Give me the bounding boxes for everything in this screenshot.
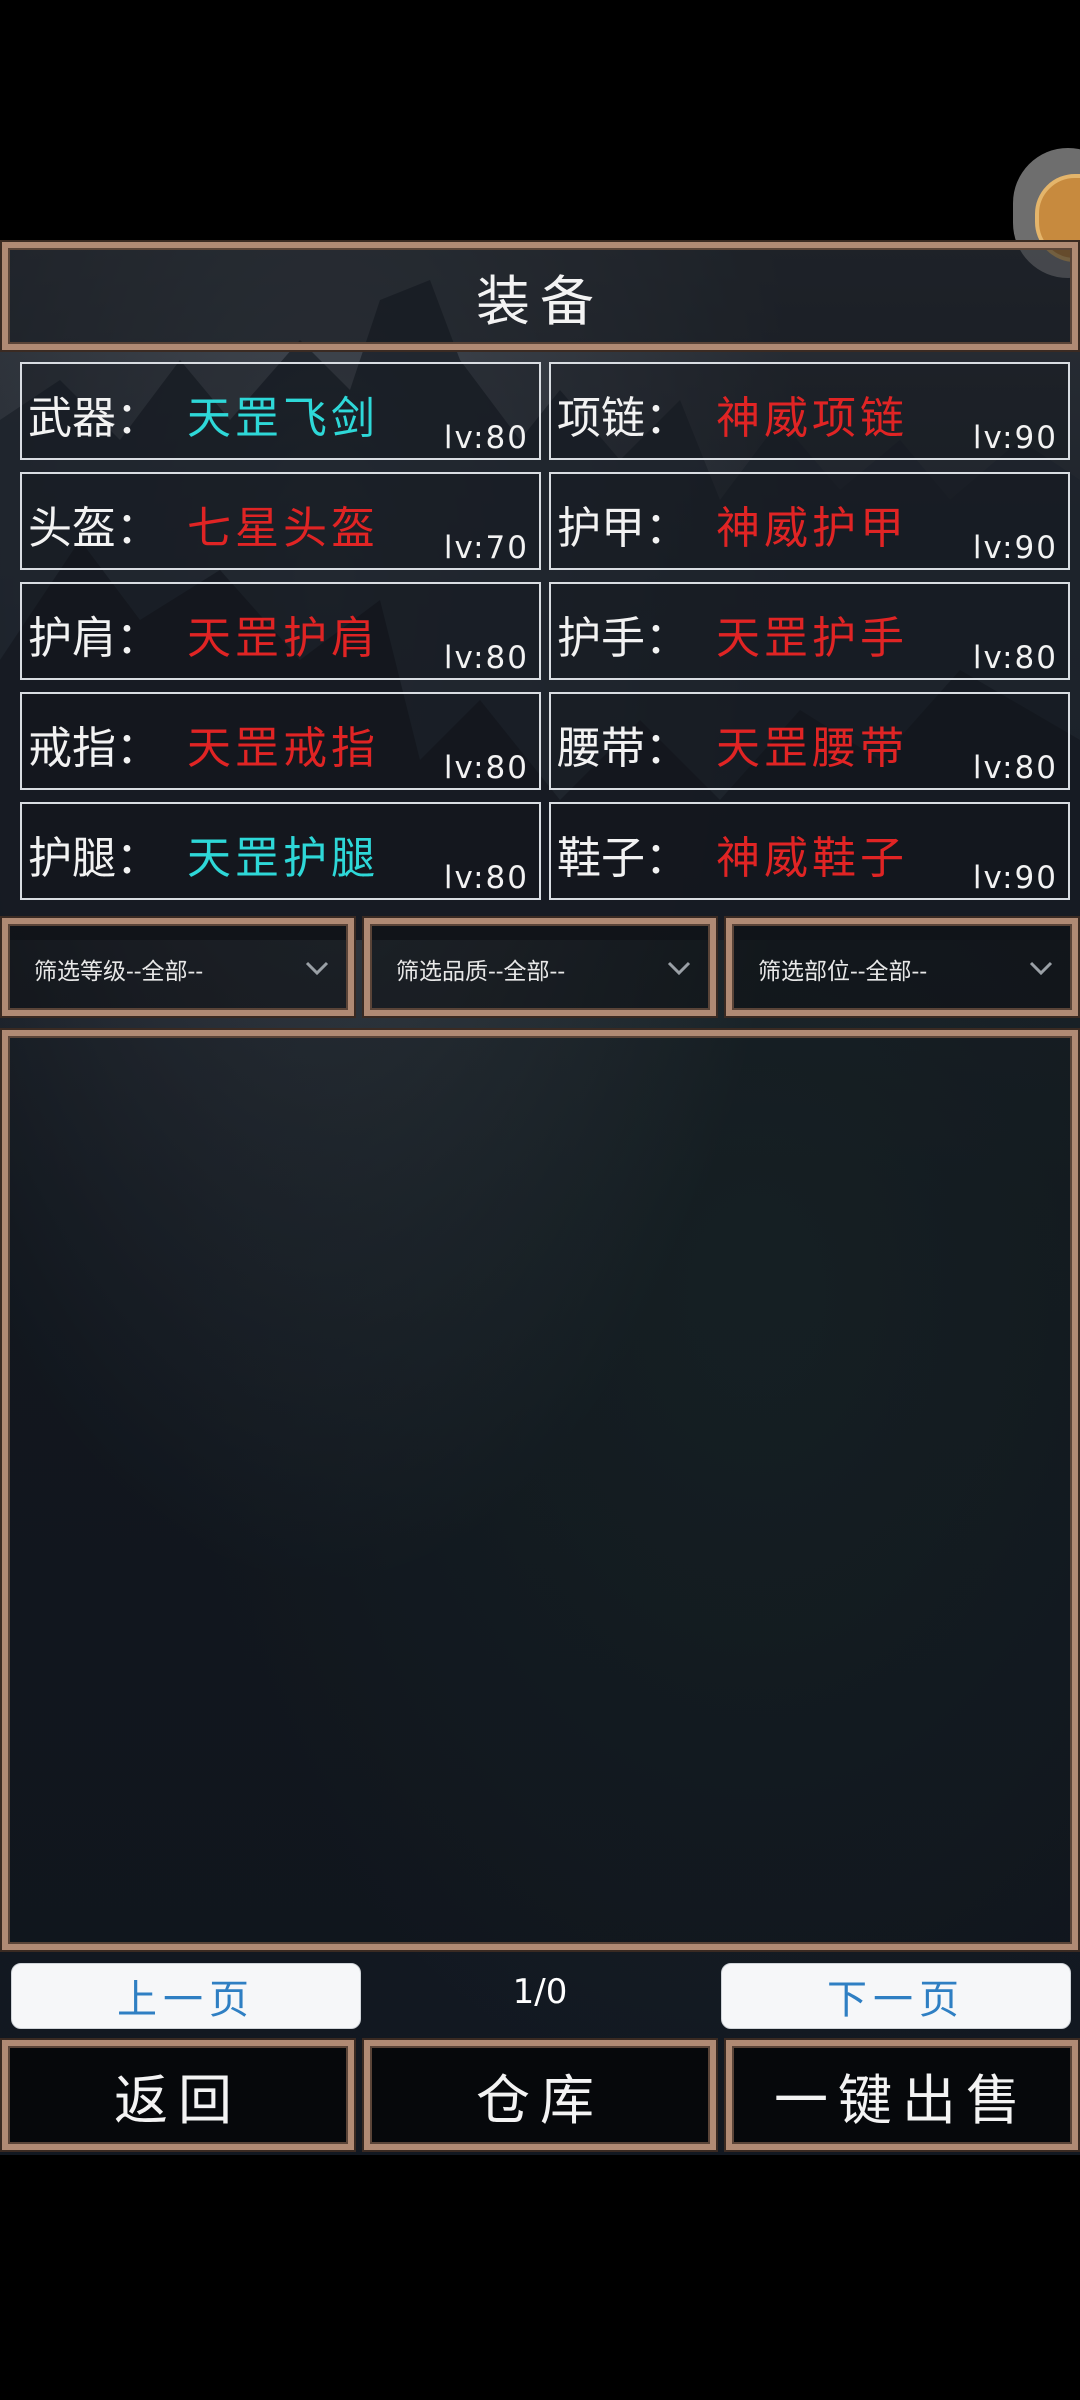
slot-label: 护腿： (28, 833, 160, 884)
item-level: lv:90 (972, 860, 1058, 896)
item-name: 天罡护肩 (187, 613, 379, 664)
item-name: 神威项链 (716, 393, 908, 444)
equip-slot-shoes[interactable]: 鞋子： 神威鞋子 lv:90 (549, 802, 1070, 900)
equip-slot-necklace[interactable]: 项链： 神威项链 lv:90 (549, 362, 1070, 460)
title-bar: 装备 (2, 242, 1078, 350)
slot-label: 项链： (557, 393, 689, 444)
filter-slot-dropdown[interactable]: 筛选部位--全部-- (726, 918, 1078, 1016)
equip-slot-gloves[interactable]: 护手： 天罡护手 lv:80 (549, 582, 1070, 680)
chevron-down-icon (667, 961, 691, 976)
filter-quality-dropdown[interactable]: 筛选品质--全部-- (364, 918, 716, 1016)
chevron-down-icon (1029, 961, 1053, 976)
page-indicator: 1/0 (512, 1972, 568, 2012)
item-level: lv:80 (972, 750, 1058, 786)
equip-slot-weapon[interactable]: 武器： 天罡飞剑 lv:80 (20, 362, 541, 460)
item-level: lv:80 (443, 750, 529, 786)
item-name: 七星头盔 (187, 503, 379, 554)
chevron-down-icon (305, 961, 329, 976)
filter-slot-value: 筛选部位--全部-- (758, 959, 928, 985)
warehouse-button[interactable]: 仓库 (364, 2040, 716, 2150)
equip-slot-legs[interactable]: 护腿： 天罡护腿 lv:80 (20, 802, 541, 900)
equip-slot-ring[interactable]: 戒指： 天罡戒指 lv:80 (20, 692, 541, 790)
slot-label: 腰带： (557, 723, 689, 774)
equip-slot-helmet[interactable]: 头盔： 七星头盔 lv:70 (20, 472, 541, 570)
item-level: lv:90 (972, 420, 1058, 456)
filter-level-value: 筛选等级--全部-- (34, 959, 204, 985)
item-name: 天罡护腿 (187, 833, 379, 884)
filter-quality-value: 筛选品质--全部-- (396, 959, 566, 985)
next-page-button[interactable]: 下一页 (721, 1963, 1071, 2029)
item-level: lv:80 (443, 420, 529, 456)
item-list-panel[interactable] (2, 1030, 1078, 1950)
page-title: 装备 (476, 269, 604, 333)
item-level: lv:90 (972, 530, 1058, 566)
slot-label: 鞋子： (557, 833, 689, 884)
slot-label: 戒指： (28, 723, 160, 774)
equip-slot-belt[interactable]: 腰带： 天罡腰带 lv:80 (549, 692, 1070, 790)
back-button[interactable]: 返回 (2, 2040, 354, 2150)
item-name: 神威鞋子 (716, 833, 908, 884)
back-label: 返回 (114, 2068, 242, 2132)
slot-label: 护甲： (557, 503, 689, 554)
item-level: lv:70 (443, 530, 529, 566)
sell-all-label: 一键出售 (774, 2068, 1030, 2132)
slot-label: 武器： (28, 393, 160, 444)
item-level: lv:80 (443, 860, 529, 896)
item-name: 天罡护手 (716, 613, 908, 664)
item-name: 天罡腰带 (716, 723, 908, 774)
item-name: 天罡飞剑 (187, 393, 379, 444)
equip-slot-armor[interactable]: 护甲： 神威护甲 lv:90 (549, 472, 1070, 570)
item-name: 神威护甲 (716, 503, 908, 554)
sell-all-button[interactable]: 一键出售 (726, 2040, 1078, 2150)
item-level: lv:80 (972, 640, 1058, 676)
filter-level-dropdown[interactable]: 筛选等级--全部-- (2, 918, 354, 1016)
slot-label: 头盔： (28, 503, 160, 554)
equip-slot-shoulder[interactable]: 护肩： 天罡护肩 lv:80 (20, 582, 541, 680)
warehouse-label: 仓库 (476, 2068, 604, 2132)
slot-label: 护手： (557, 613, 689, 664)
item-name: 天罡戒指 (187, 723, 379, 774)
item-level: lv:80 (443, 640, 529, 676)
prev-page-button[interactable]: 上一页 (11, 1963, 361, 2029)
slot-label: 护肩： (28, 613, 160, 664)
